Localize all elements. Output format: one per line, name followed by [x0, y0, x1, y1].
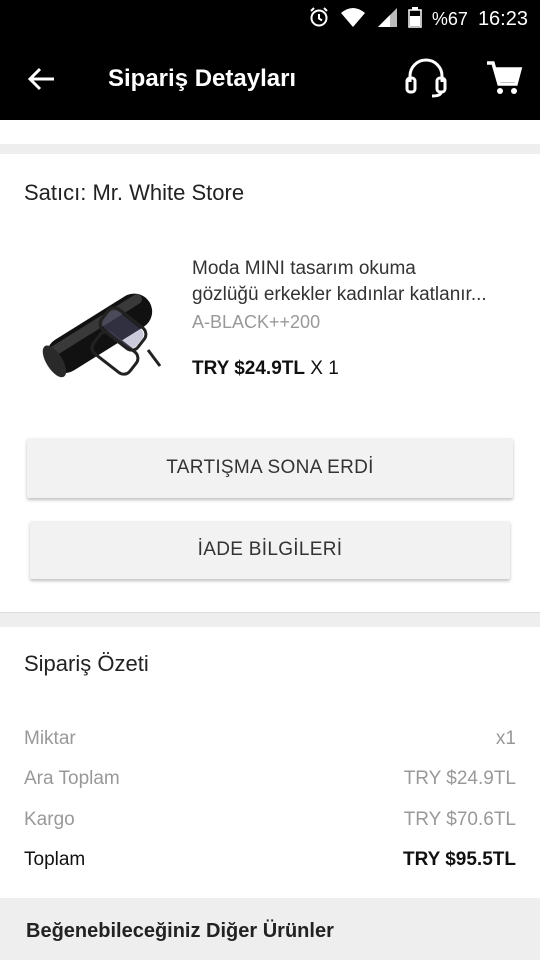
page-title: Sipariş Detayları: [108, 65, 297, 92]
clock: 16:23: [477, 7, 528, 30]
dispute-closed-button[interactable]: TARTIŞMA SONA ERDİ: [27, 438, 513, 498]
summary-label: Toplam: [24, 849, 86, 870]
section-divider: [0, 144, 540, 154]
seller-label[interactable]: Satıcı: Mr. White Store: [24, 180, 244, 206]
summary-row-total: Toplam TRY $95.5TL: [24, 849, 516, 877]
product-title-line1: Moda MINI tasarım okuma: [192, 258, 416, 279]
product-title-line2: gözlüğü erkekler kadınlar katlanır...: [192, 284, 487, 305]
summary-label: Miktar: [24, 728, 76, 749]
summary-value: x1: [495, 728, 516, 749]
cart-icon[interactable]: [484, 58, 524, 98]
summary-value: TRY $70.6TL: [403, 809, 516, 830]
product-quantity: X 1: [310, 358, 339, 379]
product-price-line: TRY $24.9TL X 1: [192, 358, 339, 380]
summary-row-subtotal: Ara Toplam TRY $24.9TL: [24, 768, 516, 796]
wifi-icon: [340, 6, 366, 33]
app-bar: Sipariş Detayları: [0, 38, 540, 120]
section-divider: [0, 612, 540, 627]
back-arrow-icon[interactable]: [24, 62, 58, 96]
summary-title: Sipariş Özeti: [24, 651, 149, 676]
product-image[interactable]: [30, 268, 166, 398]
summary-value: TRY $95.5TL: [403, 849, 516, 870]
battery-percent: %67: [431, 8, 468, 29]
product-price: TRY $24.9TL: [192, 358, 305, 379]
summary-value: TRY $24.9TL: [403, 768, 516, 789]
product-title[interactable]: Moda MINI tasarım okuma gözlüğü erkekler…: [192, 256, 522, 308]
recommendations-title: Beğenebileceğiniz Diğer Ürünler: [26, 920, 334, 942]
product-variant: A-BLACK++200: [192, 312, 321, 332]
alarm-icon: [308, 6, 330, 33]
summary-label: Kargo: [24, 809, 75, 830]
headset-icon[interactable]: [404, 58, 448, 98]
summary-row-shipping: Kargo TRY $70.6TL: [24, 809, 516, 837]
status-bar: %67 16:23: [0, 0, 540, 38]
battery-icon: [408, 6, 422, 33]
summary-row-quantity: Miktar x1: [24, 728, 516, 756]
return-info-button[interactable]: İADE BİLGİLERİ: [30, 521, 510, 579]
previous-section-edge: [0, 120, 540, 145]
signal-icon: [376, 6, 398, 33]
summary-label: Ara Toplam: [24, 768, 120, 789]
